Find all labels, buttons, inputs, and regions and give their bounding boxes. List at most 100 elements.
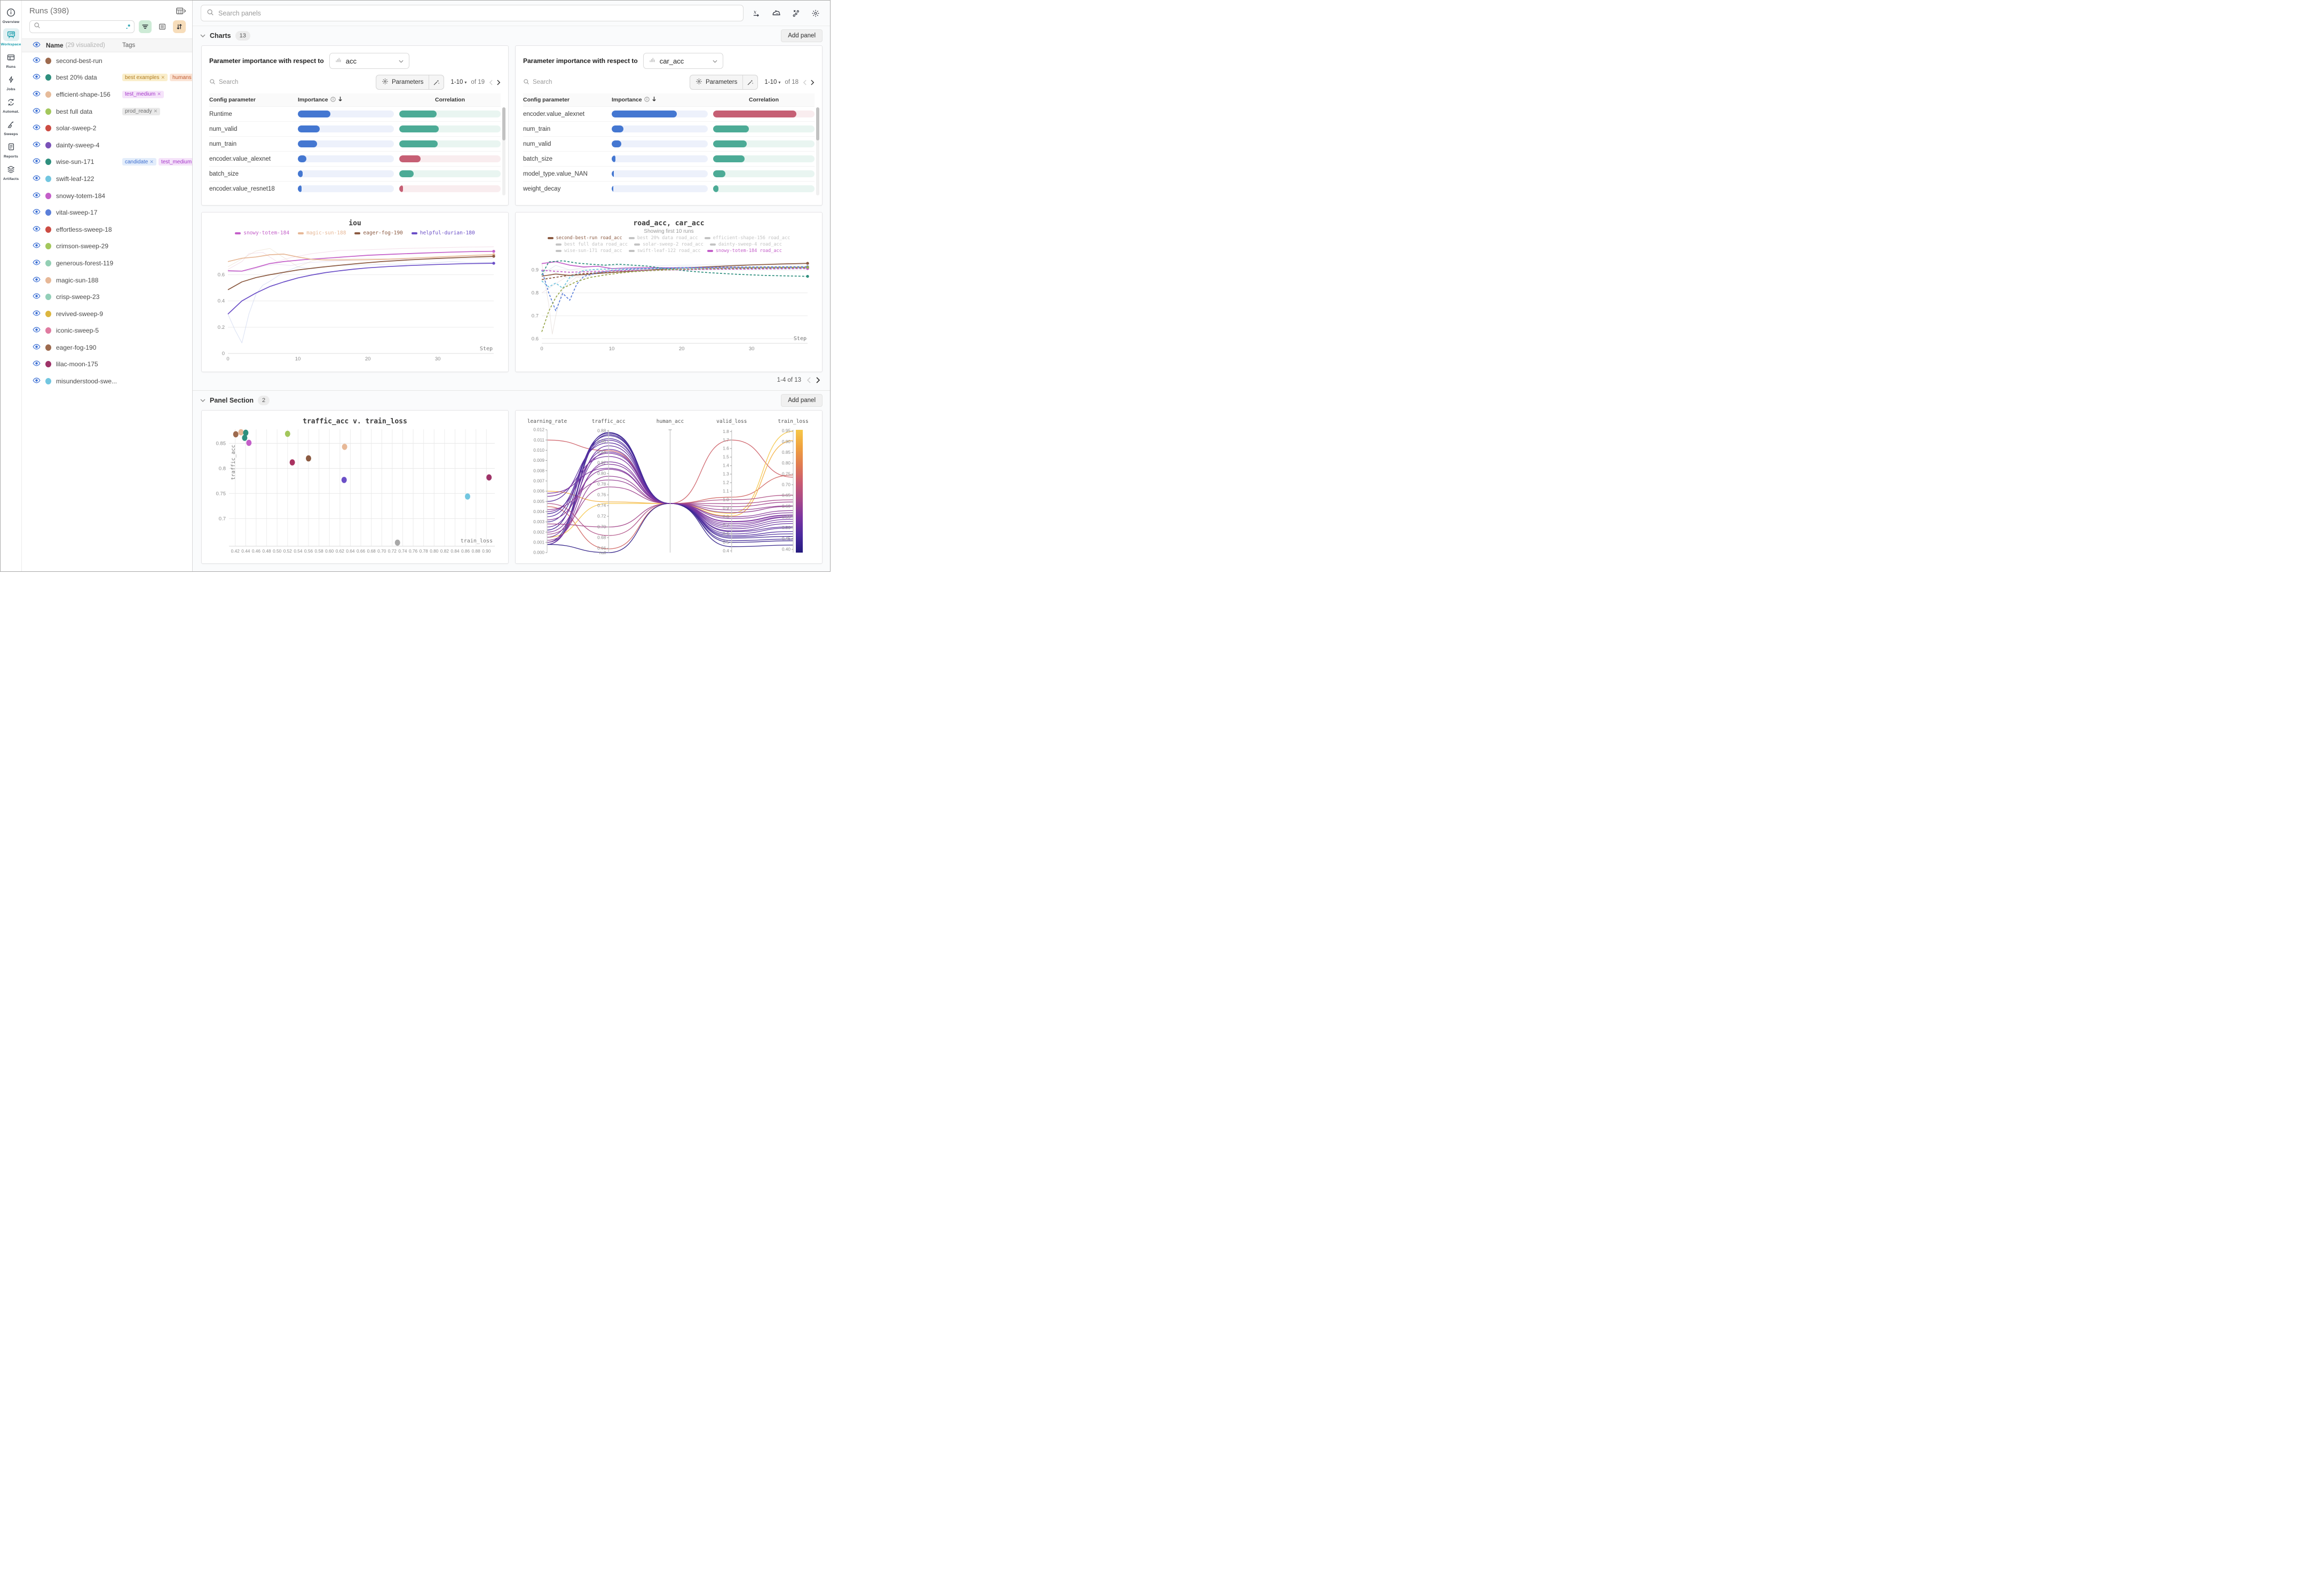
- visibility-eye-icon[interactable]: [33, 157, 41, 167]
- regex-toggle[interactable]: .*: [126, 24, 130, 29]
- page-range-dropdown[interactable]: 1-10▾: [450, 79, 467, 85]
- visibility-eye-icon[interactable]: [33, 376, 41, 386]
- visibility-eye-icon[interactable]: [33, 225, 41, 234]
- run-tag[interactable]: humans✕: [170, 74, 192, 81]
- charts-section-label[interactable]: Charts: [210, 32, 231, 40]
- importance-row[interactable]: num_train: [209, 136, 501, 151]
- run-name[interactable]: iconic-sweep-5: [56, 327, 99, 334]
- visibility-eye-icon[interactable]: [33, 359, 41, 369]
- visibility-eye-icon[interactable]: [33, 140, 41, 150]
- legend-item[interactable]: eager-fog-190: [354, 230, 402, 236]
- visibility-eye-icon[interactable]: [33, 326, 41, 335]
- legend-item[interactable]: swift-leaf-122 road_acc: [629, 248, 701, 254]
- add-panel-button[interactable]: Add panel: [781, 394, 823, 407]
- sidebar-item-jobs[interactable]: Jobs: [1, 73, 22, 91]
- chevron-right-icon[interactable]: [811, 80, 815, 85]
- magic-wand-button[interactable]: [429, 75, 444, 89]
- run-name[interactable]: wise-sun-171: [56, 158, 94, 166]
- run-row[interactable]: eager-fog-190: [22, 339, 192, 356]
- run-name[interactable]: solar-sweep-2: [56, 124, 96, 132]
- legend-item[interactable]: best 20% data road_acc: [629, 235, 698, 241]
- run-name[interactable]: crisp-sweep-23: [56, 293, 99, 301]
- run-row[interactable]: solar-sweep-2: [22, 120, 192, 137]
- sidebar-item-reports[interactable]: Reports: [1, 140, 22, 159]
- filter-button[interactable]: [139, 20, 152, 33]
- visibility-eye-icon[interactable]: [33, 276, 41, 285]
- chevron-down-icon[interactable]: [200, 399, 205, 402]
- chevron-right-icon[interactable]: [497, 80, 501, 85]
- panel-search-input[interactable]: Search panels: [201, 5, 744, 21]
- legend-item[interactable]: efficient-shape-156 road_acc: [705, 235, 791, 241]
- run-row[interactable]: swift-leaf-122: [22, 170, 192, 187]
- remove-tag-icon[interactable]: ✕: [149, 159, 154, 165]
- legend-item[interactable]: wise-sun-171 road_acc: [556, 248, 622, 254]
- chevron-right-icon[interactable]: [816, 377, 820, 383]
- importance-row[interactable]: num_train: [523, 121, 815, 136]
- col-correlation[interactable]: Correlation: [713, 97, 815, 103]
- col-importance[interactable]: Importance: [298, 96, 394, 104]
- parameters-button[interactable]: Parameters: [690, 75, 742, 89]
- scrollbar[interactable]: [502, 107, 505, 195]
- run-name[interactable]: vital-sweep-17: [56, 209, 97, 216]
- importance-row[interactable]: encoder.value_alexnet: [209, 151, 501, 166]
- importance-search-input[interactable]: Search: [209, 78, 371, 86]
- legend-item[interactable]: snowy-totem-184: [235, 230, 289, 236]
- legend-item[interactable]: helpful-durian-180: [412, 230, 475, 236]
- run-tag[interactable]: best examples✕: [122, 74, 168, 81]
- run-row[interactable]: vital-sweep-17: [22, 204, 192, 221]
- remove-tag-icon[interactable]: ✕: [154, 108, 158, 114]
- run-name[interactable]: magic-sun-188: [56, 277, 98, 284]
- run-row[interactable]: wise-sun-171 candidate✕test_medium✕: [22, 154, 192, 171]
- run-name[interactable]: crimson-sweep-29: [56, 242, 108, 250]
- magic-wand-button[interactable]: [742, 75, 757, 89]
- visibility-eye-icon[interactable]: [33, 123, 41, 133]
- remove-tag-icon[interactable]: ✕: [157, 91, 161, 97]
- x-axis-settings-icon[interactable]: x: [749, 6, 763, 20]
- visibility-eye-icon[interactable]: [33, 90, 41, 99]
- run-name[interactable]: efficient-shape-156: [56, 91, 110, 98]
- metric-select[interactable]: car_acc: [643, 53, 723, 69]
- smoothing-iron-icon[interactable]: [769, 6, 783, 20]
- run-tag[interactable]: test_medium✕: [122, 91, 164, 98]
- sort-button[interactable]: [173, 20, 186, 33]
- col-config-parameter[interactable]: Config parameter: [209, 97, 293, 103]
- run-row[interactable]: generous-forest-119: [22, 255, 192, 272]
- sidebar-item-sweeps[interactable]: Sweeps: [1, 118, 22, 136]
- legend-item[interactable]: dainty-sweep-4 road_acc: [710, 242, 782, 247]
- run-name[interactable]: best full data: [56, 108, 92, 115]
- outliers-icon[interactable]: [789, 6, 803, 20]
- visibility-eye-icon[interactable]: [33, 174, 41, 184]
- run-name[interactable]: misunderstood-swe...: [56, 377, 117, 385]
- sidebar-item-automat[interactable]: Automat.: [1, 96, 22, 114]
- chevron-left-icon[interactable]: [489, 80, 493, 85]
- run-row[interactable]: crimson-sweep-29: [22, 238, 192, 255]
- importance-row[interactable]: Runtime: [209, 106, 501, 121]
- run-name[interactable]: snowy-totem-184: [56, 192, 105, 200]
- runs-search-input[interactable]: .*: [29, 20, 135, 33]
- col-correlation[interactable]: Correlation: [399, 97, 501, 103]
- visibility-eye-icon[interactable]: [33, 73, 41, 82]
- run-name[interactable]: eager-fog-190: [56, 344, 96, 351]
- page-range-dropdown[interactable]: 1-10▾: [764, 79, 780, 85]
- run-name[interactable]: lilac-moon-175: [56, 360, 98, 368]
- visibility-eye-icon[interactable]: [33, 56, 41, 66]
- importance-row[interactable]: encoder.value_resnet18: [209, 181, 501, 196]
- visibility-eye-icon[interactable]: [33, 309, 41, 319]
- run-row[interactable]: revived-sweep-9: [22, 305, 192, 322]
- group-button[interactable]: [156, 20, 169, 33]
- expand-table-icon[interactable]: [176, 7, 186, 14]
- visibility-eye-icon[interactable]: [33, 241, 41, 251]
- legend-item[interactable]: snowy-totem-184 road_acc: [707, 248, 782, 254]
- visibility-eye-icon[interactable]: [33, 208, 41, 217]
- eye-icon[interactable]: [33, 41, 41, 50]
- run-row[interactable]: lilac-moon-175: [22, 356, 192, 373]
- run-row[interactable]: dainty-sweep-4: [22, 137, 192, 154]
- run-row[interactable]: effortless-sweep-18: [22, 221, 192, 238]
- run-row[interactable]: efficient-shape-156 test_medium✕: [22, 86, 192, 103]
- run-row[interactable]: misunderstood-swe...: [22, 373, 192, 390]
- visibility-eye-icon[interactable]: [33, 343, 41, 352]
- col-importance[interactable]: Importance: [612, 96, 708, 104]
- run-row[interactable]: iconic-sweep-5: [22, 322, 192, 340]
- remove-tag-icon[interactable]: ✕: [161, 75, 165, 81]
- importance-row[interactable]: weight_decay: [523, 181, 815, 196]
